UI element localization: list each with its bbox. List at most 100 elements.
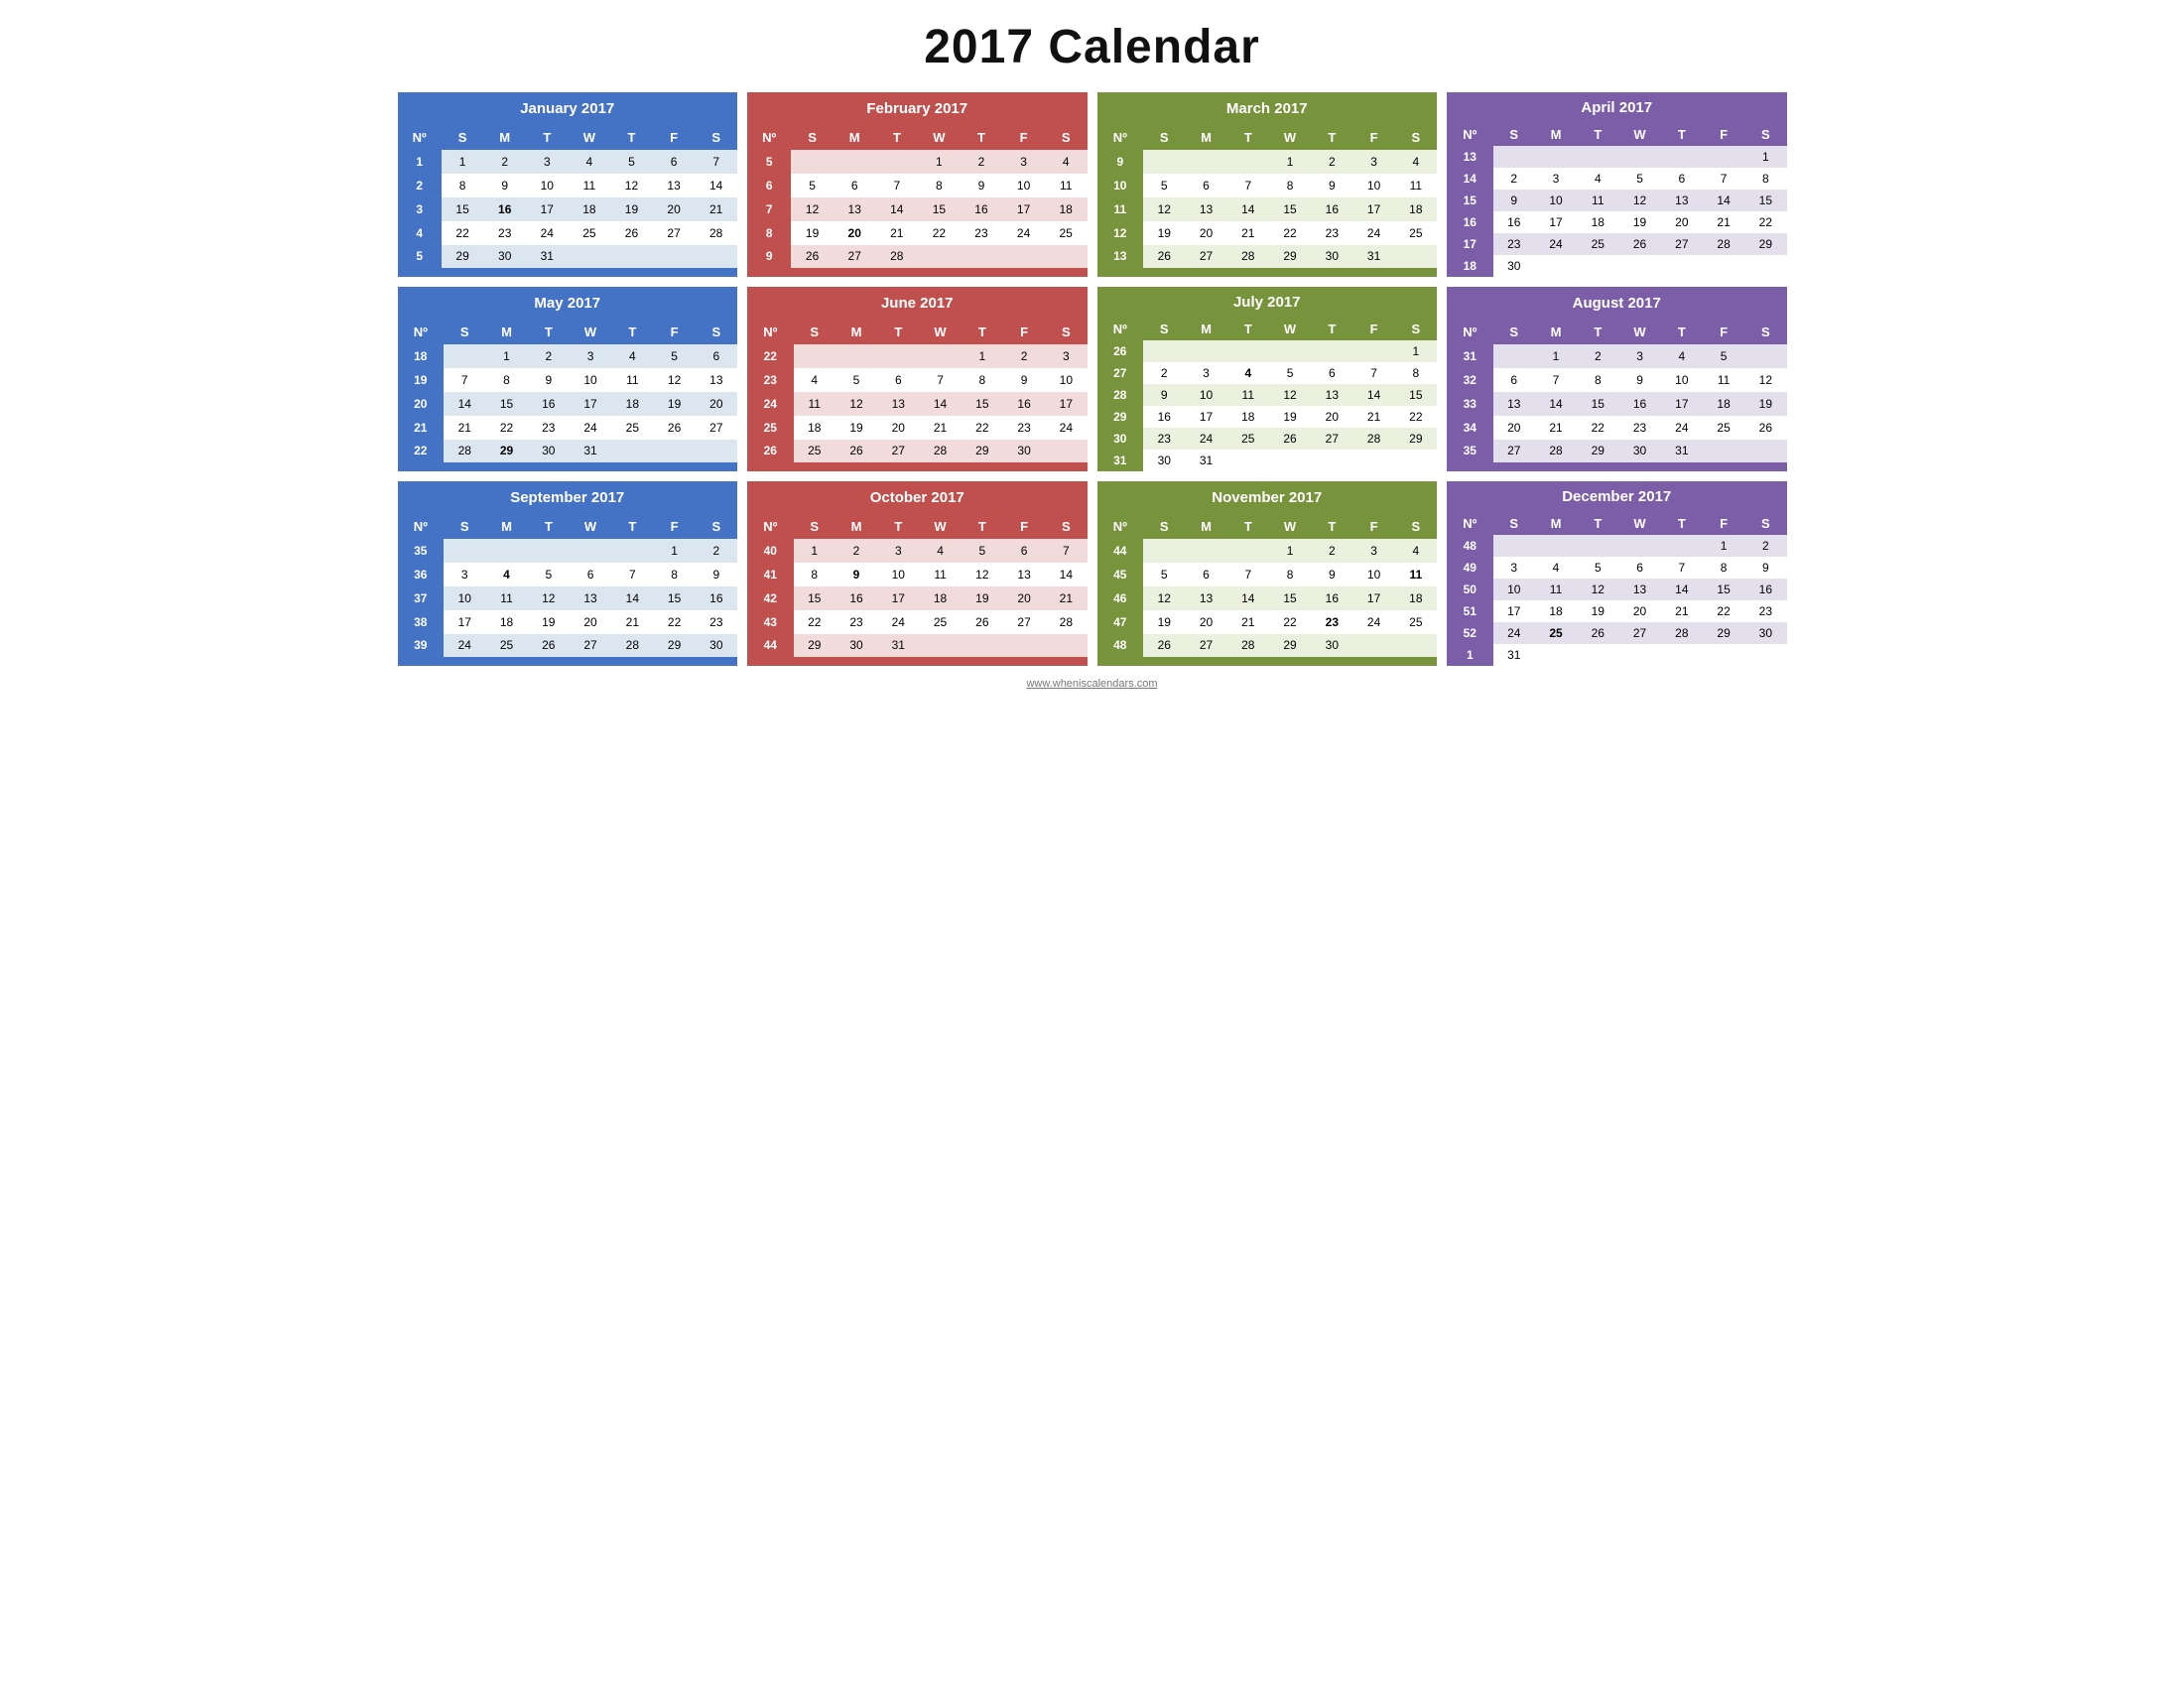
day-cell: 5 [1143, 563, 1185, 586]
day-cell: 5 [835, 368, 877, 392]
week-number: 29 [1097, 406, 1144, 428]
day-cell [653, 268, 696, 277]
day-cell: 12 [1618, 190, 1660, 211]
day-cell: 10 [526, 174, 569, 197]
day-cell [653, 462, 695, 471]
day-cell: 8 [1269, 563, 1311, 586]
day-cell [1352, 340, 1394, 362]
day-cell [485, 539, 527, 563]
day-cell: 18 [1227, 406, 1269, 428]
day-cell [835, 344, 877, 368]
month-table-august2017: August 2017NºSMTWTFS31123453267891011123… [1447, 287, 1787, 471]
day-cell [1493, 344, 1535, 368]
day-cell: 21 [1227, 610, 1269, 634]
day-cell: 26 [653, 416, 695, 440]
day-header-f: F [653, 126, 696, 151]
day-cell: 9 [696, 563, 737, 586]
day-cell [1395, 268, 1437, 277]
week-number: 7 [747, 197, 791, 221]
day-cell: 13 [1185, 197, 1226, 221]
day-header-f: F [653, 515, 695, 540]
day-cell: 9 [1493, 190, 1535, 211]
day-header-s: S [695, 126, 737, 151]
week-number: 5 [398, 245, 442, 269]
week-number [1097, 657, 1144, 666]
day-cell [962, 657, 1003, 666]
day-cell: 28 [1227, 634, 1269, 658]
day-cell: 1 [485, 344, 527, 368]
week-number: 22 [398, 440, 445, 463]
day-cell: 26 [610, 221, 653, 245]
day-cell: 18 [1535, 600, 1577, 622]
day-header-t: T [962, 515, 1003, 540]
day-cell [877, 462, 919, 471]
day-cell [1045, 268, 1088, 277]
day-cell: 9 [1311, 174, 1352, 197]
day-cell: 14 [1045, 563, 1087, 586]
day-cell: 27 [1185, 634, 1226, 658]
day-cell: 1 [1395, 340, 1437, 362]
day-cell [1185, 657, 1226, 666]
day-header-t: T [961, 126, 1003, 151]
day-cell [1661, 644, 1703, 666]
week-number [747, 268, 791, 277]
footer-link[interactable]: www.wheniscalendars.com [1026, 678, 1157, 690]
week-number: 47 [1097, 610, 1144, 634]
day-cell [919, 462, 961, 471]
day-cell: 1 [1535, 344, 1577, 368]
week-number: 49 [1447, 557, 1493, 579]
day-cell: 21 [1535, 416, 1577, 440]
day-cell: 7 [444, 368, 485, 392]
day-cell [1744, 344, 1786, 368]
day-cell: 3 [1185, 362, 1226, 384]
day-header-s: S [696, 321, 737, 345]
day-header-t: T [877, 515, 919, 540]
day-cell: 22 [1577, 416, 1618, 440]
day-cell [610, 268, 653, 277]
day-cell: 4 [794, 368, 835, 392]
day-cell: 23 [1744, 600, 1786, 622]
week-number: 24 [747, 392, 794, 416]
week-number: 4 [398, 221, 442, 245]
day-cell: 2 [1311, 539, 1352, 563]
day-header-w: W [1618, 321, 1660, 345]
day-cell [569, 268, 611, 277]
day-cell: 23 [1311, 221, 1352, 245]
day-header-s: S [1493, 321, 1535, 345]
day-header-t: T [611, 515, 653, 540]
day-cell: 9 [1143, 384, 1185, 406]
week-number: 13 [1097, 245, 1144, 269]
day-cell: 6 [1661, 168, 1703, 190]
day-cell [696, 440, 737, 463]
week-number: 43 [747, 610, 794, 634]
day-cell: 11 [1395, 174, 1437, 197]
day-cell: 23 [1493, 233, 1535, 255]
day-cell: 24 [1493, 622, 1535, 644]
week-number: 6 [747, 174, 791, 197]
day-cell: 7 [1227, 563, 1269, 586]
day-cell: 25 [1703, 416, 1744, 440]
day-cell [794, 462, 835, 471]
week-num-header: Nº [398, 126, 442, 151]
week-number: 13 [1447, 146, 1493, 168]
day-cell: 12 [1143, 197, 1185, 221]
day-cell [444, 657, 485, 666]
day-header-t: T [1661, 321, 1703, 345]
day-cell [791, 268, 834, 277]
day-cell [1227, 657, 1269, 666]
day-cell [1143, 657, 1185, 666]
day-cell: 15 [442, 197, 484, 221]
day-cell: 14 [1535, 392, 1577, 416]
day-cell: 13 [834, 197, 876, 221]
day-cell: 14 [444, 392, 485, 416]
month-table-december2017: December 2017NºSMTWTFS481249345678950101… [1447, 481, 1787, 666]
day-cell: 25 [1045, 221, 1088, 245]
week-num-header: Nº [1447, 321, 1493, 345]
day-cell [610, 245, 653, 269]
day-cell: 9 [835, 563, 877, 586]
day-cell: 24 [1535, 233, 1577, 255]
day-header-s: S [444, 515, 485, 540]
day-header-t: T [1661, 512, 1703, 535]
day-cell: 28 [1535, 440, 1577, 463]
calendar-grid: January 2017NºSMTWTFS1123456728910111213… [398, 92, 1787, 666]
